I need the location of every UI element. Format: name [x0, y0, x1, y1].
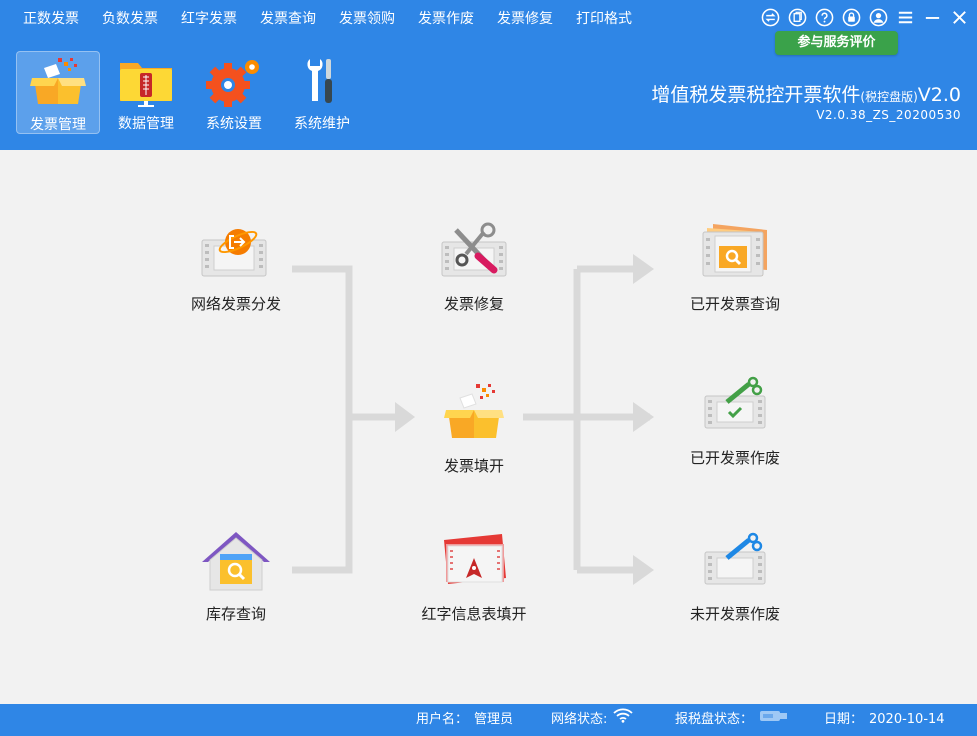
- node-label: 网络发票分发: [181, 294, 291, 315]
- status-bar: 用户名： 管理员 网络状态: 报税盘状态： 日期： 2020-10-14: [0, 704, 977, 736]
- workflow-panel: 网络发票分发 库存查询: [0, 150, 977, 704]
- menu-print-format[interactable]: 打印格式: [553, 0, 632, 38]
- app-title-version: V2.0: [918, 84, 961, 106]
- network-dispatch-icon: [198, 220, 274, 282]
- arrow-to-issued-void: [633, 402, 654, 432]
- menu-invoice-purchase[interactable]: 发票领购: [316, 0, 395, 38]
- toolbar-system-settings[interactable]: 系统设置: [192, 51, 276, 134]
- window-controls: [761, 8, 969, 27]
- invoice-search-icon: [697, 220, 773, 282]
- node-label: 发票修复: [419, 294, 529, 315]
- node-issued-invoice-void[interactable]: 已开发票作废: [660, 374, 810, 469]
- node-label: 已开发票查询: [680, 294, 790, 315]
- toolbar-label: 发票管理: [30, 114, 86, 134]
- warehouse-search-icon: [198, 530, 274, 592]
- user-icon[interactable]: [869, 8, 888, 27]
- arrow-to-query: [633, 254, 654, 284]
- app-title-main: 增值税发票税控开票软件: [651, 84, 860, 106]
- invoice-box-icon: [28, 56, 88, 108]
- folder-icon: [116, 55, 176, 107]
- node-network-invoice-dispatch[interactable]: 网络发票分发: [161, 220, 311, 315]
- node-invoice-repair[interactable]: 发票修复: [399, 220, 549, 315]
- lock-icon[interactable]: [842, 8, 861, 27]
- node-label: 库存查询: [181, 604, 291, 625]
- status-network: 网络状态:: [551, 704, 633, 736]
- minimize-icon[interactable]: [923, 8, 942, 27]
- status-disk-label: 报税盘状态：: [675, 704, 753, 736]
- node-issued-invoice-query[interactable]: 已开发票查询: [660, 220, 810, 315]
- node-unissued-invoice-void[interactable]: 未开发票作废: [660, 530, 810, 625]
- status-date-value: 2020-10-14: [869, 704, 945, 736]
- service-evaluation-button[interactable]: 参与服务评价: [775, 31, 898, 55]
- node-label: 未开发票作废: [680, 604, 790, 625]
- status-date: 日期： 2020-10-14: [824, 704, 945, 736]
- status-user-value: 管理员: [474, 704, 513, 736]
- menu-invoice-repair[interactable]: 发票修复: [474, 0, 553, 38]
- node-label: 已开发票作废: [680, 448, 790, 469]
- help-icon[interactable]: [815, 8, 834, 27]
- close-icon[interactable]: [950, 8, 969, 27]
- toolbar-label: 系统设置: [206, 113, 262, 133]
- status-tax-disk: 报税盘状态：: [675, 704, 789, 736]
- app-title-edition: (税控盘版): [860, 90, 917, 104]
- app-title: 增值税发票税控开票软件(税控盘版)V2.0: [651, 80, 961, 107]
- node-red-info-fill[interactable]: 红字信息表填开: [399, 530, 549, 625]
- toolbar-system-maintenance[interactable]: 系统维护: [280, 51, 364, 134]
- menu-bar: 正数发票 负数发票 红字发票 发票查询 发票领购 发票作废 发票修复 打印格式: [0, 0, 632, 38]
- copy-icon[interactable]: [788, 8, 807, 27]
- arrow-to-unissued-void: [633, 555, 654, 585]
- toolbar-label: 数据管理: [118, 113, 174, 133]
- usb-disk-icon: [759, 704, 789, 736]
- main-toolbar: 发票管理 数据管理: [16, 51, 364, 134]
- menu-invoice-void[interactable]: 发票作废: [395, 0, 474, 38]
- red-invoice-pen-icon: [436, 530, 512, 592]
- tools-icon: [292, 55, 352, 107]
- menu-icon[interactable]: [896, 8, 915, 27]
- toolbar-data-management[interactable]: 数据管理: [104, 51, 188, 134]
- menu-red-invoice[interactable]: 红字发票: [158, 0, 237, 38]
- header: 正数发票 负数发票 红字发票 发票查询 发票领购 发票作废 发票修复 打印格式: [0, 0, 977, 150]
- node-label: 发票填开: [419, 456, 529, 477]
- node-inventory-query[interactable]: 库存查询: [161, 530, 311, 625]
- node-label: 红字信息表填开: [419, 604, 529, 625]
- invoice-box-icon: [436, 382, 512, 444]
- wifi-icon: [613, 704, 633, 736]
- app-build-version: V2.0.38_ZS_20200530: [816, 108, 961, 122]
- status-date-label: 日期：: [824, 704, 863, 736]
- status-network-label: 网络状态:: [551, 704, 607, 736]
- menu-negative-invoice[interactable]: 负数发票: [79, 0, 158, 38]
- toolbar-label: 系统维护: [294, 113, 350, 133]
- toolbar-invoice-management[interactable]: 发票管理: [16, 51, 100, 134]
- node-invoice-fill[interactable]: 发票填开: [399, 382, 549, 477]
- menu-invoice-query[interactable]: 发票查询: [237, 0, 316, 38]
- status-user: 用户名： 管理员: [416, 704, 513, 736]
- scissors-blank-icon: [697, 530, 773, 592]
- scissors-check-icon: [697, 374, 773, 436]
- menu-positive-invoice[interactable]: 正数发票: [0, 0, 79, 38]
- gear-icon: [204, 55, 264, 107]
- switch-icon[interactable]: [761, 8, 780, 27]
- status-user-label: 用户名：: [416, 704, 468, 736]
- repair-tools-icon: [436, 220, 512, 282]
